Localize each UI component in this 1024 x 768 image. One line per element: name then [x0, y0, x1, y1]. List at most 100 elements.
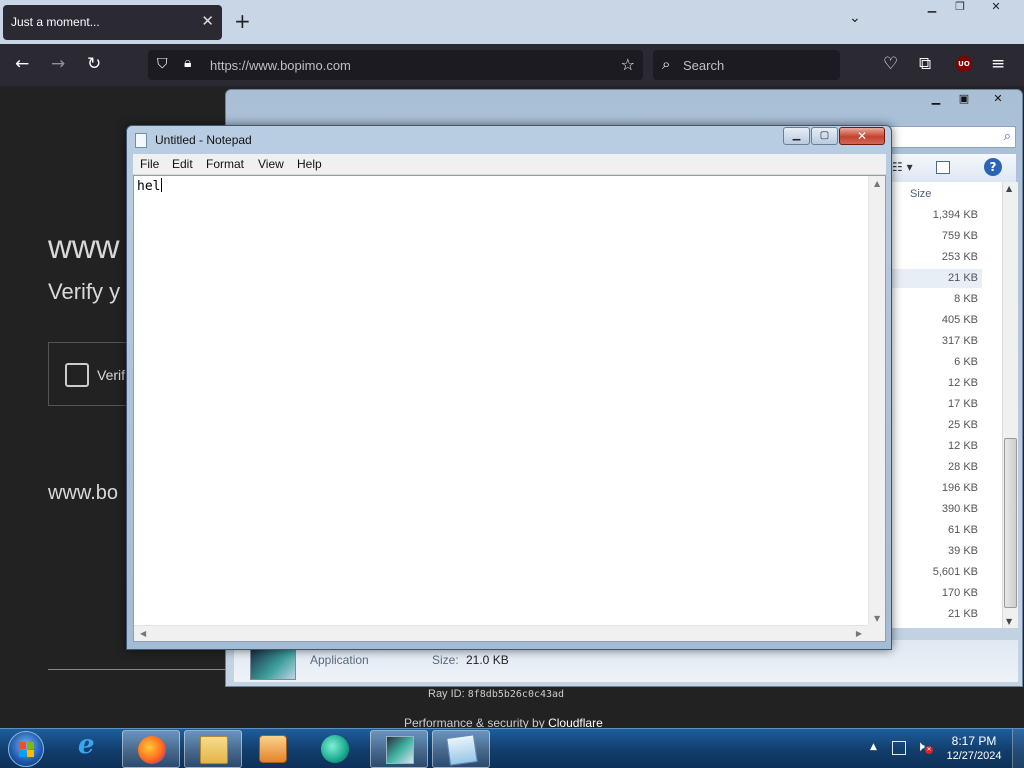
ray-id-label: Ray ID:: [428, 688, 468, 700]
explorer-search-box[interactable]: ⌕: [886, 126, 1016, 148]
ray-id: Ray ID: 8f8db5b26c0c43ad: [428, 688, 564, 700]
new-tab-icon[interactable]: +: [234, 9, 251, 33]
scrollbar-thumb[interactable]: [1004, 438, 1017, 608]
taskbar-application[interactable]: [370, 730, 428, 768]
file-size[interactable]: 253 KB: [942, 251, 978, 263]
change-view-icon[interactable]: ☷ ▾: [892, 160, 913, 174]
file-size[interactable]: 25 KB: [948, 419, 978, 431]
chevron-down-icon[interactable]: ⌄: [849, 10, 861, 26]
file-size[interactable]: 61 KB: [948, 524, 978, 536]
search-bar[interactable]: ⌕ Search: [653, 50, 840, 80]
application-icon: [386, 736, 414, 764]
maximize-button[interactable]: ▣: [950, 92, 978, 110]
internet-explorer-icon: e: [78, 730, 95, 760]
lock-icon[interactable]: 🔒︎: [184, 55, 191, 71]
close-button[interactable]: ✕: [839, 127, 885, 145]
file-size[interactable]: 12 KB: [948, 440, 978, 452]
help-icon[interactable]: ?: [984, 158, 1002, 176]
clock-time[interactable]: 8:17 PM: [938, 734, 1010, 748]
search-icon[interactable]: ⌕: [1004, 129, 1011, 144]
browser-toolbar: ← → ↻ ⛉ 🔒︎ https://www.bopimo.com ☆ ⌕ Se…: [0, 44, 1024, 86]
volume-icon[interactable]: 🕨︎: [916, 739, 925, 755]
reload-icon[interactable]: ↻: [87, 54, 101, 74]
minimize-window-button[interactable]: ▁: [918, 0, 946, 20]
scroll-down-icon[interactable]: ▼: [874, 614, 880, 623]
menu-view[interactable]: View: [258, 157, 284, 171]
menu-help[interactable]: Help: [297, 157, 322, 171]
file-size[interactable]: 5,601 KB: [933, 566, 978, 578]
text-editor-area[interactable]: hel ▲ ▼ ◀ ▶: [133, 175, 886, 642]
close-tab-icon[interactable]: ✕: [201, 12, 214, 30]
divider: [48, 669, 228, 670]
scroll-down-icon[interactable]: ▼: [1006, 617, 1012, 626]
verify-checkbox-label: Verif: [97, 367, 126, 383]
vertical-scrollbar[interactable]: ▲ ▼: [868, 176, 885, 626]
verify-checkbox[interactable]: [65, 363, 89, 387]
extensions-icon[interactable]: ⧉: [919, 54, 931, 74]
file-size[interactable]: 28 KB: [948, 461, 978, 473]
close-window-button[interactable]: ✕: [972, 0, 1020, 20]
close-button[interactable]: ✕: [978, 92, 1018, 110]
menu-edit[interactable]: Edit: [172, 157, 193, 171]
taskbar-chat-app[interactable]: [306, 730, 364, 768]
bookmark-star-icon[interactable]: ☆: [621, 55, 635, 74]
file-size[interactable]: 39 KB: [948, 545, 978, 557]
taskbar-notepad[interactable]: [432, 730, 490, 768]
start-button[interactable]: [8, 731, 44, 767]
file-size[interactable]: 17 KB: [948, 398, 978, 410]
taskbar-firefox[interactable]: [122, 730, 180, 768]
file-size[interactable]: 1,394 KB: [933, 209, 978, 221]
scrollbar-corner: [868, 625, 885, 641]
scroll-up-icon[interactable]: ▲: [1006, 184, 1012, 193]
minimize-button[interactable]: ▁: [922, 92, 950, 110]
file-size[interactable]: 405 KB: [942, 314, 978, 326]
pocket-icon[interactable]: ♡: [883, 54, 898, 74]
taskbar-internet-explorer[interactable]: e: [60, 730, 118, 768]
scroll-up-icon[interactable]: ▲: [874, 179, 880, 188]
editor-content: hel: [137, 178, 163, 194]
horizontal-scrollbar[interactable]: ◀ ▶: [134, 625, 868, 641]
forward-arrow-icon[interactable]: →: [51, 54, 65, 74]
size-column-header[interactable]: Size: [910, 188, 931, 200]
scroll-left-icon[interactable]: ◀: [140, 629, 146, 638]
hamburger-menu-icon[interactable]: ≡: [991, 54, 1005, 74]
network-icon[interactable]: [892, 741, 906, 755]
scroll-right-icon[interactable]: ▶: [856, 629, 862, 638]
ublock-origin-icon[interactable]: UO: [956, 56, 972, 72]
url-text[interactable]: https://www.bopimo.com: [210, 58, 351, 73]
page-verify-text: Verify y: [48, 279, 121, 304]
menu-file[interactable]: File: [140, 157, 159, 171]
file-size[interactable]: 170 KB: [942, 587, 978, 599]
maximize-button[interactable]: ▢: [811, 127, 838, 145]
file-list[interactable]: Size 1,394 KB 759 KB 253 KB 21 KB 8 KB 4…: [886, 182, 1002, 628]
file-size[interactable]: 317 KB: [942, 335, 978, 347]
file-size[interactable]: 21 KB: [948, 608, 978, 620]
menu-format[interactable]: Format: [206, 157, 244, 171]
restore-window-button[interactable]: ❐: [946, 0, 974, 20]
file-size[interactable]: 759 KB: [942, 230, 978, 242]
file-size[interactable]: 390 KB: [942, 503, 978, 515]
file-size[interactable]: 21 KB: [948, 272, 978, 284]
url-bar[interactable]: ⛉ 🔒︎ https://www.bopimo.com ☆: [148, 50, 643, 80]
taskbar: e ▲ 🕨︎ ✕ 8:17 PM 12/27/2024: [0, 728, 1024, 768]
file-size[interactable]: 196 KB: [942, 482, 978, 494]
taskbar-file-explorer[interactable]: [184, 730, 242, 768]
muted-icon: ✕: [925, 746, 933, 754]
explorer-scrollbar[interactable]: ▲ ▼: [1002, 182, 1018, 628]
notepad-icon: [446, 734, 478, 766]
shield-icon[interactable]: ⛉: [157, 56, 168, 72]
file-type: Application: [310, 653, 369, 667]
file-size[interactable]: 12 KB: [948, 377, 978, 389]
taskbar-media-player[interactable]: [244, 730, 302, 768]
clock-date[interactable]: 12/27/2024: [938, 750, 1010, 762]
minimize-button[interactable]: ▁: [783, 127, 810, 145]
window-title: Untitled - Notepad: [155, 133, 252, 147]
file-size[interactable]: 8 KB: [954, 293, 978, 305]
back-arrow-icon[interactable]: ←: [15, 54, 29, 74]
browser-tab[interactable]: Just a moment... ✕: [3, 5, 222, 40]
preview-pane-icon[interactable]: [936, 161, 950, 174]
notepad-window[interactable]: Untitled - Notepad ▁ ▢ ✕ File Edit Forma…: [126, 125, 892, 650]
show-hidden-icons-icon[interactable]: ▲: [870, 742, 877, 752]
show-desktop-button[interactable]: [1012, 729, 1024, 768]
file-size[interactable]: 6 KB: [954, 356, 978, 368]
